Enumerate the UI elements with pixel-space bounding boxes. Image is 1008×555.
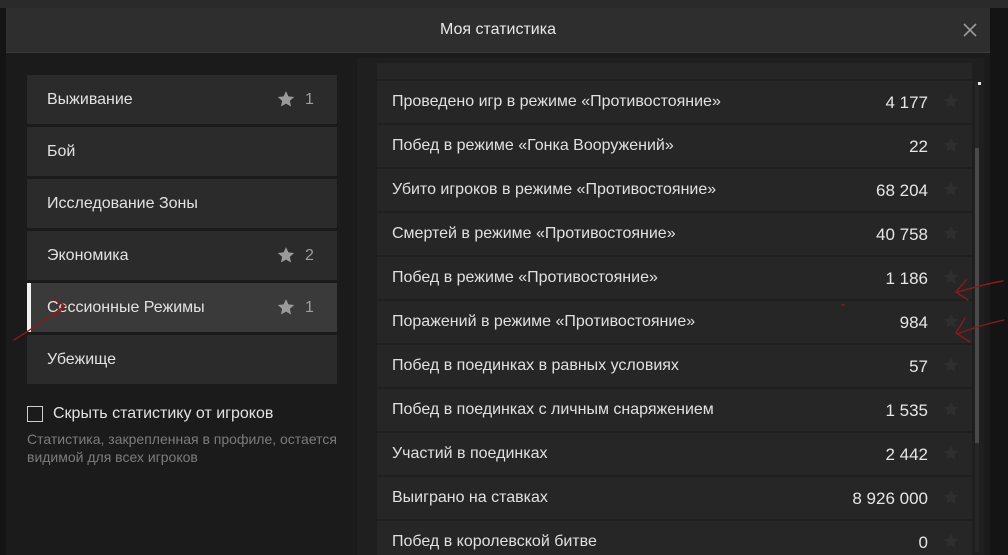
- stat-row: Побед в режиме «Гонка Вооружений» 22: [377, 125, 972, 167]
- category-label: Экономика: [47, 247, 129, 264]
- stat-label: Побед в режиме «Гонка Вооружений»: [392, 137, 674, 154]
- star-icon: [277, 247, 295, 263]
- star-icon: [943, 357, 959, 372]
- star-icon: [943, 401, 959, 416]
- pin-stat-button[interactable]: [942, 356, 960, 374]
- category-item[interactable]: Выживание 1: [27, 75, 337, 124]
- stat-row: Участий в поединках 2 442: [377, 433, 972, 475]
- pin-stat-button[interactable]: [942, 92, 960, 110]
- category-pinned-count: 1: [305, 91, 314, 108]
- pin-stat-button[interactable]: [942, 444, 960, 462]
- stat-label: Побед в поединках с личным снаряжением: [392, 401, 714, 418]
- stats-list: Проведено игр в режиме «Противостояние» 4…: [377, 63, 972, 555]
- pin-stat-button[interactable]: [942, 312, 960, 330]
- stat-value: 22: [909, 137, 928, 156]
- pin-stat-button[interactable]: [942, 532, 960, 550]
- stat-row: Смертей в режиме «Противостояние» 40 758: [377, 213, 972, 255]
- stat-value: 57: [909, 357, 928, 376]
- pin-stat-button[interactable]: [942, 400, 960, 418]
- stat-row: Побед в режиме «Противостояние» 1 186: [377, 257, 972, 299]
- star-icon: [943, 181, 959, 196]
- stat-value: 1 186: [885, 269, 928, 288]
- stat-value: 1 535: [885, 401, 928, 420]
- stat-value: 0: [918, 533, 928, 552]
- stat-row: Выиграно на ставках 8 926 000: [377, 477, 972, 519]
- dialog-title: Моя статистика: [440, 21, 556, 38]
- stat-label: Убито игроков в режиме «Противостояние»: [392, 181, 717, 198]
- category-pinned-count: 2: [305, 247, 314, 264]
- category-item[interactable]: Убежище: [27, 335, 337, 384]
- stat-label: Побед в королевской битве: [392, 533, 597, 550]
- category-label: Исследование Зоны: [47, 195, 198, 212]
- stats-row-partial: [377, 63, 972, 79]
- stat-label: Проведено игр в режиме «Противостояние»: [392, 93, 721, 110]
- stat-row: Побед в поединках в равных условиях 57: [377, 345, 972, 387]
- pin-stat-button[interactable]: [942, 268, 960, 286]
- scrollbar-thumb[interactable]: [975, 148, 979, 443]
- close-icon: [963, 23, 977, 37]
- stat-label: Побед в поединках в равных условиях: [392, 357, 679, 374]
- category-item[interactable]: Бой: [27, 127, 337, 176]
- stat-row: Убито игроков в режиме «Противостояние» 6…: [377, 169, 972, 211]
- stat-value: 8 926 000: [852, 489, 928, 508]
- star-icon: [277, 299, 295, 315]
- star-icon: [943, 533, 959, 548]
- stat-value: 4 177: [885, 93, 928, 112]
- stat-row: Побед в королевской битве 0: [377, 521, 972, 555]
- star-icon: [943, 489, 959, 504]
- star-icon: [943, 137, 959, 152]
- pin-stat-button[interactable]: [942, 180, 960, 198]
- star-icon: [943, 313, 959, 328]
- stat-label: Выиграно на ставках: [392, 489, 548, 506]
- stat-value: 68 204: [876, 181, 928, 200]
- category-label: Сессионные Режимы: [47, 299, 205, 316]
- category-label: Убежище: [47, 351, 117, 368]
- category-star: [276, 297, 296, 317]
- dialog-titlebar: Моя статистика: [6, 8, 990, 53]
- close-button[interactable]: [958, 18, 982, 42]
- stat-value: 984: [899, 313, 928, 332]
- stat-label: Смертей в режиме «Противостояние»: [392, 225, 676, 242]
- pin-stat-button[interactable]: [942, 488, 960, 506]
- background-strip: [0, 0, 1008, 8]
- category-star: [276, 245, 296, 265]
- privacy-hint: Статистика, закрепленная в профиле, оста…: [27, 431, 338, 465]
- stat-label: Поражений в режиме «Противостояние»: [392, 313, 696, 330]
- category-star: [276, 89, 296, 109]
- stat-label: Побед в режиме «Противостояние»: [392, 269, 658, 286]
- hide-stats-label: Скрыть статистику от игроков: [53, 405, 274, 422]
- statistics-dialog: Моя статистика Выживание 1 Бой Исследование…: [6, 8, 990, 555]
- stat-value: 40 758: [876, 225, 928, 244]
- star-icon: [943, 445, 959, 460]
- star-icon: [943, 225, 959, 240]
- pin-stat-button[interactable]: [942, 224, 960, 242]
- category-list: Выживание 1 Бой Исследование Зоны Экономика 2…: [27, 75, 337, 387]
- stat-row: Поражений в режиме «Противостояние» 984: [377, 301, 972, 343]
- pin-stat-button[interactable]: [942, 136, 960, 154]
- stat-value: 2 442: [885, 445, 928, 464]
- category-label: Бой: [47, 143, 76, 160]
- star-icon: [943, 269, 959, 284]
- scrollbar-marker: [978, 82, 981, 85]
- category-item[interactable]: Сессионные Режимы 1: [27, 283, 337, 332]
- stat-row: Побед в поединках с личным снаряжением 1 …: [377, 389, 972, 431]
- stats-panel: Проведено игр в режиме «Противостояние» 4…: [357, 58, 984, 555]
- category-item[interactable]: Исследование Зоны: [27, 179, 337, 228]
- stat-row: Проведено игр в режиме «Противостояние» 4…: [377, 81, 972, 123]
- category-pinned-count: 1: [305, 299, 314, 316]
- star-icon: [277, 91, 295, 107]
- star-icon: [943, 93, 959, 108]
- category-item[interactable]: Экономика 2: [27, 231, 337, 280]
- stat-label: Участий в поединках: [392, 445, 548, 462]
- category-label: Выживание: [47, 91, 133, 108]
- hide-stats-checkbox[interactable]: [27, 406, 43, 422]
